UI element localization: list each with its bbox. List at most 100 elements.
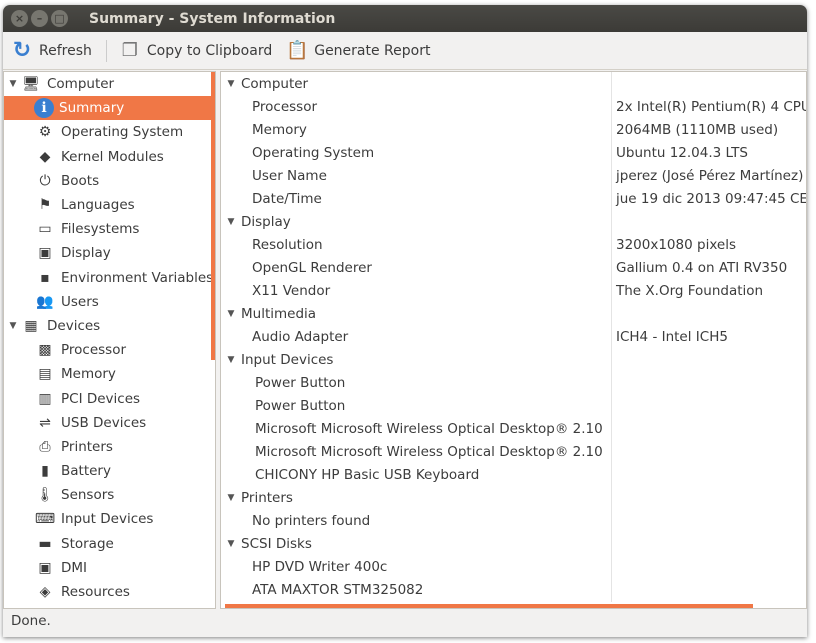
sidebar-item-label: Computer (47, 76, 115, 93)
thermometer-icon: 🌡 (36, 487, 54, 504)
sidebar-item-label: Processor (61, 342, 127, 359)
sidebar-item-users[interactable]: 👥 Users (4, 290, 215, 314)
detail-row[interactable]: Microsoft Microsoft Wireless Optical Des… (221, 417, 806, 440)
expander-icon[interactable]: ▼ (221, 309, 241, 319)
expander-icon[interactable]: ▼ (221, 217, 241, 227)
detail-row[interactable]: Processor 2x Intel(R) Pentium(R) 4 CPU (221, 95, 806, 118)
sidebar-item-resources[interactable]: ◈ Resources (4, 580, 215, 604)
sidebar-item-printers[interactable]: ⎙ Printers (4, 435, 215, 459)
detail-key: CHICONY HP Basic USB Keyboard (255, 466, 480, 483)
detail-row[interactable]: Date/Time jue 19 dic 2013 09:47:45 CET (221, 187, 806, 210)
sidebar-item-input-devices[interactable]: ⌨ Input Devices (4, 507, 215, 531)
monitor-icon: ▣ (38, 245, 52, 262)
sidebar-item-battery[interactable]: ▮ Battery (4, 459, 215, 483)
detail-key: Power Button (255, 374, 346, 391)
sidebar-item-devices[interactable]: ▼ ▦ Devices (4, 314, 215, 338)
dmi-icon: ▣ (38, 559, 52, 576)
close-button[interactable]: × (11, 10, 28, 27)
sidebar-item-display[interactable]: ▣ Display (4, 241, 215, 265)
usb-icon: ⇌ (39, 414, 51, 431)
minimize-button[interactable]: – (31, 10, 48, 27)
expander-icon[interactable]: ▼ (6, 79, 20, 89)
expander-icon[interactable]: ▼ (6, 321, 20, 331)
detail-value: 3200x1080 pixels (616, 236, 736, 253)
detail-row[interactable]: Audio Adapter ICH4 - Intel ICH5 (221, 325, 806, 348)
detail-key: Processor (252, 98, 318, 115)
section-header[interactable]: ▼ Display (221, 210, 806, 233)
expander-icon[interactable]: ▼ (221, 493, 241, 503)
section-header[interactable]: ▼ Printers (221, 486, 806, 509)
detail-value: Gallium 0.4 on ATI RV350 (616, 259, 788, 276)
sidebar-item-summary[interactable]: ℹ Summary (4, 96, 215, 121)
detail-row[interactable]: CHICONY HP Basic USB Keyboard (221, 463, 806, 486)
section-header[interactable]: ▼ Input Devices (221, 348, 806, 371)
sidebar-item-pci-devices[interactable]: ▥ PCI Devices (4, 386, 215, 410)
toolbar: ↻ Refresh ❐ Copy to Clipboard 📋 Generate Re… (3, 32, 807, 70)
detail-row[interactable]: Microsoft Microsoft Wireless Optical Des… (221, 440, 806, 463)
detail-key: Date/Time (252, 190, 322, 207)
expander-icon[interactable]: ▼ (221, 539, 241, 549)
battery-icon: ▮ (41, 463, 49, 480)
sidebar-item-processor[interactable]: ▩ Processor (4, 338, 215, 362)
detail-row[interactable]: User Name jperez (José Pérez Martínez) (221, 164, 806, 187)
copy-button[interactable]: ❐ Copy to Clipboard (119, 40, 272, 62)
sidebar-item-kernel-modules[interactable]: ◆ Kernel Modules (4, 145, 215, 169)
section-header[interactable]: ▼ Computer (221, 72, 806, 95)
sidebar-item-computer[interactable]: ▼ 🖥 Computer (4, 72, 215, 96)
detail-value: ICH4 - Intel ICH5 (616, 328, 728, 345)
sidebar-scrollbar[interactable] (211, 72, 215, 360)
sidebar-item-dmi[interactable]: ▣ DMI (4, 556, 215, 580)
info-icon: ℹ (34, 98, 54, 119)
detail-row[interactable]: HP DVD Writer 400c (221, 555, 806, 578)
detail-row[interactable]: X11 Vendor The X.Org Foundation (221, 279, 806, 302)
section-header[interactable]: ▼ SCSI Disks (221, 532, 806, 555)
sidebar-item-languages[interactable]: ⚑ Languages (4, 193, 215, 217)
sidebar-item-label: Storage (61, 535, 114, 552)
expander-icon[interactable]: ▼ (221, 79, 241, 89)
detail-row[interactable]: Resolution 3200x1080 pixels (221, 233, 806, 256)
window-title: Summary - System Information (89, 10, 336, 27)
status-bar: Done. (11, 613, 51, 629)
detail-value: jperez (José Pérez Martínez) (616, 167, 804, 184)
section-title: Input Devices (241, 351, 334, 368)
detail-row[interactable]: Power Button (221, 394, 806, 417)
sidebar-item-boots[interactable]: ⏻ Boots (4, 169, 215, 193)
detail-row[interactable]: Operating System Ubuntu 12.04.3 LTS (221, 141, 806, 164)
detail-row[interactable]: ATA MAXTOR STM325082 (221, 578, 806, 601)
sidebar-item-environment-variables[interactable]: ▪ Environment Variables (4, 266, 215, 290)
memory-icon: ▤ (38, 366, 52, 383)
section-header[interactable]: ▼ Multimedia (221, 302, 806, 325)
flag-icon: ⚑ (38, 197, 52, 214)
sidebar-item-sensors[interactable]: 🌡 Sensors (4, 483, 215, 507)
detail-key: ATA MAXTOR STM325082 (252, 581, 424, 598)
storage-icon: ▬ (38, 535, 52, 552)
detail-row[interactable]: Power Button (221, 371, 806, 394)
report-button[interactable]: 📋 Generate Report (286, 40, 430, 62)
pci-icon: ▥ (38, 390, 52, 407)
sidebar-item-storage[interactable]: ▬ Storage (4, 532, 215, 556)
detail-key: No printers found (252, 512, 371, 529)
detail-value: The X.Org Foundation (616, 282, 764, 299)
sidebar-item-usb-devices[interactable]: ⇌ USB Devices (4, 411, 215, 435)
detail-row[interactable]: No printers found (221, 509, 806, 532)
cpu-icon: ▩ (38, 342, 52, 359)
sidebar-item-label: Summary (59, 100, 125, 117)
printer-icon: ⎙ (39, 438, 51, 455)
sidebar-item-label: Languages (61, 197, 135, 214)
keyboard-icon: ⌨ (34, 511, 56, 528)
horizontal-scrollbar[interactable] (225, 604, 753, 608)
expander-icon[interactable]: ▼ (221, 355, 241, 365)
sidebar-item-memory[interactable]: ▤ Memory (4, 362, 215, 386)
sidebar-item-filesystems[interactable]: ▭ Filesystems (4, 217, 215, 241)
detail-row[interactable]: Memory 2064MB (1110MB used) (221, 118, 806, 141)
sidebar-item-operating-system[interactable]: ⚙ Operating System (4, 120, 215, 144)
sidebar-item-label: Operating System (61, 124, 184, 141)
users-icon: 👥 (36, 293, 54, 310)
sidebar-item-label: Battery (61, 463, 111, 480)
section-title: SCSI Disks (241, 535, 312, 552)
detail-row[interactable]: OpenGL Renderer Gallium 0.4 on ATI RV350 (221, 256, 806, 279)
detail-key: Memory (252, 121, 307, 138)
maximize-button[interactable]: □ (51, 10, 68, 27)
refresh-button[interactable]: ↻ Refresh (11, 38, 92, 63)
detail-key: Microsoft Microsoft Wireless Optical Des… (255, 420, 603, 437)
